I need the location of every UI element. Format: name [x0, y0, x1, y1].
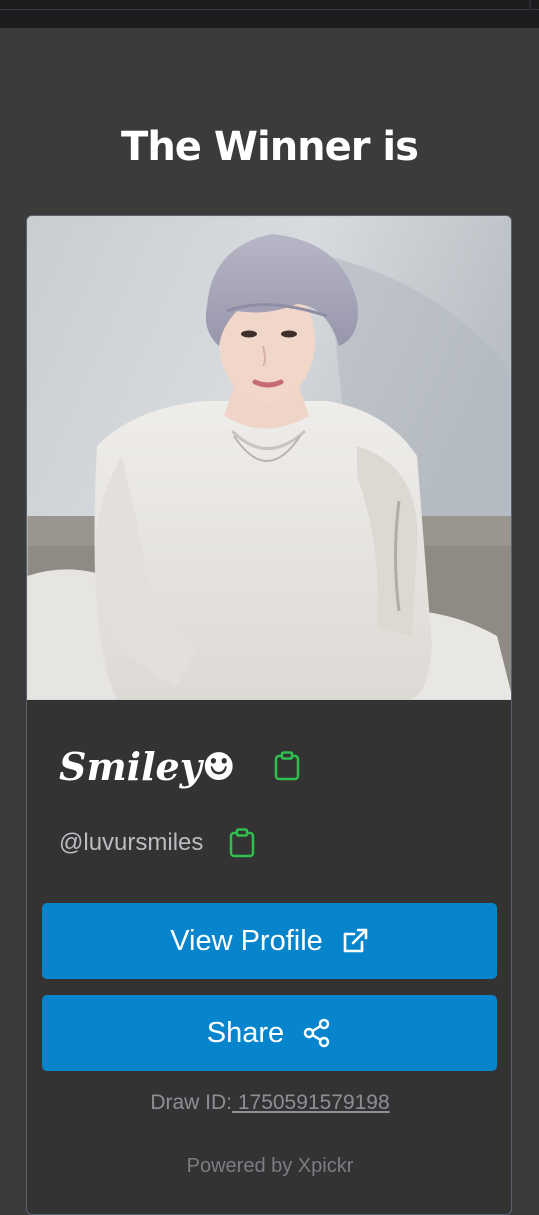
top-bar-divider	[0, 9, 539, 10]
share-button[interactable]: Share	[42, 995, 497, 1071]
clipboard-icon	[274, 751, 300, 781]
share-label: Share	[206, 1016, 285, 1049]
winner-photo	[27, 216, 511, 700]
page-title: The Winner is	[121, 124, 419, 170]
clipboard-icon	[230, 828, 255, 858]
winner-handle: @luvursmiles	[59, 829, 204, 856]
view-profile-button[interactable]: View Profile	[42, 903, 497, 979]
winner-handle-row: @luvursmiles	[59, 820, 255, 866]
winner-display-name: 𝑺𝒎𝒊𝒍𝒆𝒚☻	[59, 743, 236, 789]
external-link-icon	[341, 927, 369, 955]
copy-handle-button[interactable]	[229, 828, 255, 858]
powered-by-footer: Powered by Xpickr	[186, 1155, 354, 1177]
view-profile-label: View Profile	[170, 924, 323, 957]
copy-name-button[interactable]	[274, 751, 300, 781]
draw-id-label: Draw ID:	[150, 1091, 232, 1114]
winner-card: 𝑺𝒎𝒊𝒍𝒆𝒚☻ @luvursmiles View Profile Share …	[26, 215, 512, 1215]
share-icon	[302, 1018, 332, 1048]
draw-id-link[interactable]: 1750591579198	[232, 1091, 390, 1114]
draw-id: Draw ID: 1750591579198	[27, 1091, 511, 1115]
winner-name-row: 𝑺𝒎𝒊𝒍𝒆𝒚☻	[59, 736, 300, 796]
top-bar-edge	[529, 0, 531, 10]
browser-top-bar	[0, 0, 539, 28]
